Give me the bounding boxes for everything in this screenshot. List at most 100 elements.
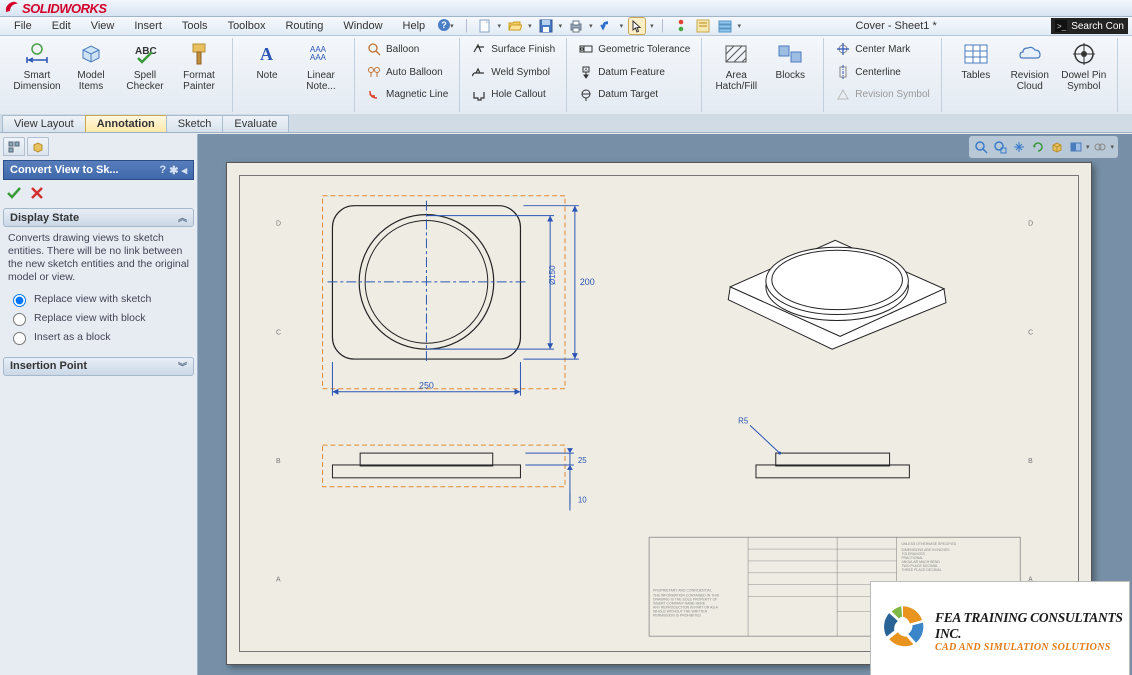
revision-symbol-button[interactable]: Revision Symbol [831, 83, 934, 106]
blocks-button[interactable]: Blocks [763, 38, 817, 83]
zoom-area-icon[interactable] [992, 139, 1008, 155]
feature-tree-tab[interactable] [3, 137, 25, 156]
tab-view-layout[interactable]: View Layout [2, 115, 86, 132]
pm-section-display-state[interactable]: Display State︽ [3, 208, 194, 227]
svg-text:PROPRIETARY AND CONFIDENTIAL: PROPRIETARY AND CONFIDENTIAL [653, 589, 712, 593]
search-box[interactable]: >_ Search Con [1051, 18, 1128, 34]
pm-help-icon[interactable]: ? [160, 164, 167, 177]
vendor-watermark: FEA TRAINING CONSULTANTS INC. CAD AND SI… [870, 581, 1130, 675]
rotate-icon[interactable] [1030, 139, 1046, 155]
balloon-button[interactable]: Balloon [362, 38, 453, 61]
ribbon: Smart Dimension Model Items ABCSpell Che… [0, 36, 1132, 115]
print-dropdown-icon[interactable]: ▾ [589, 22, 593, 30]
section-view-icon[interactable] [1068, 139, 1084, 155]
menu-bar: File Edit View Insert Tools Toolbox Rout… [0, 17, 1132, 36]
select-dropdown-icon[interactable]: ▾ [650, 22, 654, 30]
svg-text:UNLESS OTHERWISE SPECIFIED: UNLESS OTHERWISE SPECIFIED [901, 542, 956, 546]
auto-balloon-button[interactable]: Auto Balloon [362, 61, 453, 84]
tab-sketch[interactable]: Sketch [166, 115, 224, 132]
menu-help[interactable]: Help [393, 19, 436, 33]
svg-text:A: A [260, 44, 273, 64]
pm-pin-icon[interactable]: ✱ [169, 164, 178, 177]
center-mark-button[interactable]: Center Mark [831, 38, 934, 61]
centerline-button[interactable]: Centerline [831, 61, 934, 84]
help-dropdown-icon[interactable]: ▾ [450, 22, 454, 30]
radio-replace-block[interactable]: Replace view with block [8, 310, 191, 326]
tab-evaluate[interactable]: Evaluate [222, 115, 289, 132]
property-tab[interactable] [27, 137, 49, 156]
menu-file[interactable]: File [4, 19, 42, 33]
select-button[interactable] [629, 18, 645, 34]
radio-insert-block[interactable]: Insert as a block [8, 329, 191, 345]
revision-cloud-button[interactable]: Revision Cloud [1003, 38, 1057, 94]
menu-toolbox[interactable]: Toolbox [218, 19, 276, 33]
display-style-icon[interactable] [1092, 139, 1108, 155]
save-button[interactable] [538, 18, 554, 34]
new-doc-button[interactable] [477, 18, 493, 34]
area-hatch-button[interactable]: Area Hatch/Fill [709, 38, 763, 94]
3d-view-icon[interactable] [1049, 139, 1065, 155]
undo-button[interactable] [599, 18, 615, 34]
menu-edit[interactable]: Edit [42, 19, 81, 33]
undo-dropdown-icon[interactable]: ▾ [620, 22, 624, 30]
spell-checker-button[interactable]: ABCSpell Checker [118, 38, 172, 94]
radio-replace-sketch[interactable]: Replace view with sketch [8, 291, 191, 307]
pm-title-bar: Convert View to Sk... ? ✱ ◂ [3, 160, 194, 180]
svg-text:AAA: AAA [310, 53, 327, 62]
datum-target-button[interactable]: Datum Target [574, 83, 695, 106]
note-button[interactable]: ANote [240, 38, 294, 83]
hole-callout-button[interactable]: Hole Callout [467, 83, 560, 106]
pm-cancel-button[interactable] [30, 186, 44, 203]
property-manager-pane: Convert View to Sk... ? ✱ ◂ Display Stat… [0, 134, 198, 675]
new-dropdown-icon[interactable]: ▾ [498, 22, 502, 30]
menu-window[interactable]: Window [333, 19, 392, 33]
ribbon-group-tables: Tables Revision Cloud Dowel Pin Symbol [943, 38, 1118, 112]
pm-section-insertion-point[interactable]: Insertion Point︾ [3, 357, 194, 376]
document-title: Cover - Sheet1 * [747, 20, 1045, 32]
pan-icon[interactable] [1011, 139, 1027, 155]
ribbon-group-balloon: Balloon Auto Balloon Magnetic Line [356, 38, 460, 112]
tab-annotation[interactable]: Annotation [85, 115, 167, 132]
ds-logo-icon [4, 0, 20, 17]
svg-text:ABC: ABC [135, 46, 157, 57]
vendor-tagline: CAD AND SIMULATION SOLUTIONS [935, 642, 1123, 653]
dowel-pin-button[interactable]: Dowel Pin Symbol [1057, 38, 1111, 94]
rebuild-button[interactable] [717, 18, 733, 34]
graphics-area[interactable]: ▾ ▾ 250 [198, 134, 1132, 675]
smart-dimension-button[interactable]: Smart Dimension [10, 38, 64, 94]
tables-button[interactable]: Tables [949, 38, 1003, 83]
open-dropdown-icon[interactable]: ▾ [528, 22, 532, 30]
menu-routing[interactable]: Routing [275, 19, 333, 33]
datum-feature-button[interactable]: ADatum Feature [574, 61, 695, 84]
zoom-fit-icon[interactable] [973, 139, 989, 155]
svg-text:25: 25 [578, 456, 587, 465]
rebuild-dropdown-icon[interactable]: ▾ [738, 22, 742, 30]
svg-text:D: D [276, 220, 281, 227]
svg-text:?: ? [441, 20, 447, 30]
menu-help-icon[interactable]: ? [437, 18, 451, 35]
magnetic-line-button[interactable]: Magnetic Line [362, 83, 453, 106]
menu-insert[interactable]: Insert [124, 19, 172, 33]
traffic-light-icon[interactable] [673, 18, 689, 34]
svg-text:D: D [1028, 220, 1033, 227]
geometric-tolerance-button[interactable]: Geometric Tolerance [574, 38, 695, 61]
weld-symbol-button[interactable]: Weld Symbol [467, 61, 560, 84]
save-dropdown-icon[interactable]: ▾ [559, 22, 563, 30]
menu-tools[interactable]: Tools [172, 19, 218, 33]
linear-note-button[interactable]: AAAAAALinear Note... [294, 38, 348, 94]
pm-title: Convert View to Sk... [10, 164, 119, 176]
ribbon-group-center: Center Mark Centerline Revision Symbol [825, 38, 941, 112]
pm-ok-button[interactable] [6, 185, 22, 204]
svg-text:C: C [1028, 329, 1033, 336]
print-button[interactable] [568, 18, 584, 34]
open-button[interactable] [507, 18, 523, 34]
menu-view[interactable]: View [81, 19, 125, 33]
model-items-button[interactable]: Model Items [64, 38, 118, 94]
ribbon-group-note: ANote AAAAAALinear Note... [234, 38, 355, 112]
command-tabs: View Layout Annotation Sketch Evaluate [0, 114, 1132, 133]
surface-finish-button[interactable]: Surface Finish [467, 38, 560, 61]
options-button[interactable] [695, 18, 711, 34]
svg-text:PERMISSION IS PROHIBITED: PERMISSION IS PROHIBITED [653, 613, 701, 617]
format-painter-button[interactable]: Format Painter [172, 38, 226, 94]
pm-prev-icon[interactable]: ◂ [181, 164, 187, 177]
